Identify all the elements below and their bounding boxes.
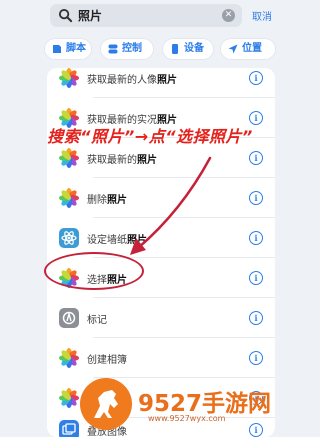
- highlight-ring: [44, 252, 144, 290]
- watermark-url: www.9527wyx.com: [148, 414, 226, 423]
- pointer-arrow: [130, 156, 212, 255]
- horse-logo-icon: [80, 378, 132, 430]
- watermark-brand: 9527手游网: [138, 391, 272, 417]
